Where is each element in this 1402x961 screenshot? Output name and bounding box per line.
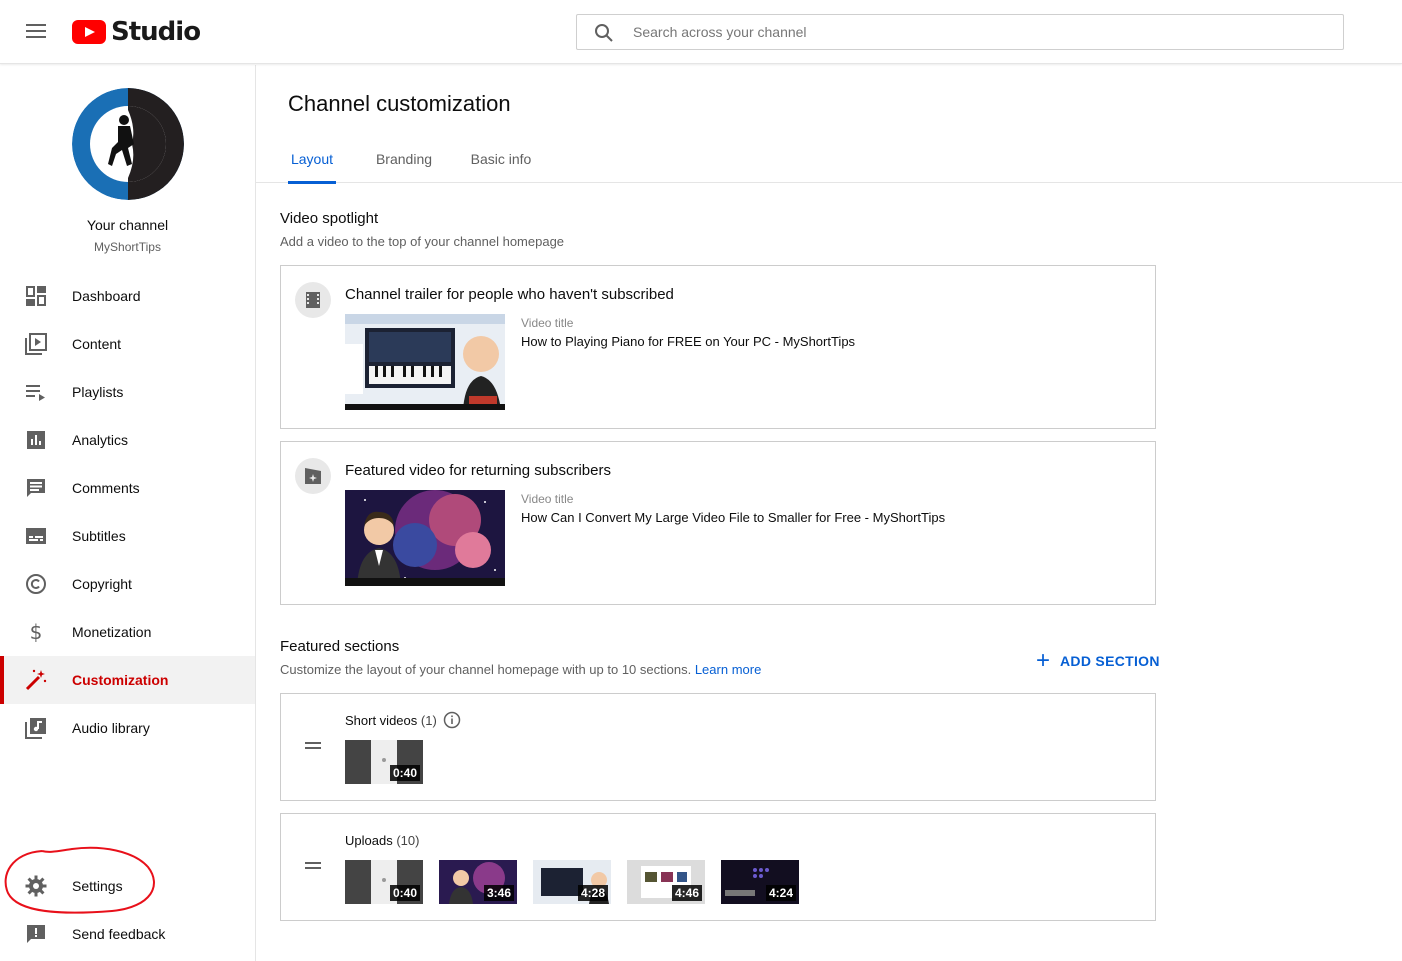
playlists-icon — [26, 385, 45, 401]
section-name: Uploads — [345, 833, 393, 848]
drag-handle-icon[interactable] — [305, 742, 321, 750]
copyright-icon — [26, 574, 46, 594]
add-section-label: ADD SECTION — [1060, 653, 1160, 669]
video-thumbnail[interactable]: 0:40 — [345, 740, 423, 784]
sidebar-item-label: Comments — [72, 480, 140, 496]
channel-avatar[interactable] — [72, 88, 184, 200]
learn-more-link[interactable]: Learn more — [695, 662, 761, 677]
sidebar-item-label: Playlists — [72, 384, 124, 400]
add-section-button[interactable]: + ADD SECTION — [1036, 649, 1160, 673]
search-input[interactable] — [633, 15, 1313, 49]
channel-handle: MyShortTips — [94, 240, 161, 254]
sidebar-item-copyright[interactable]: Copyright — [0, 560, 255, 608]
page-title: Channel customization — [288, 91, 511, 116]
trailer-icon-wrap — [295, 282, 331, 318]
featured-sections-subtitle-text: Customize the layout of your channel hom… — [280, 662, 692, 677]
menu-icon[interactable] — [24, 20, 48, 44]
video-thumbnail[interactable]: 4:24 — [721, 860, 799, 904]
sidebar-item-comments[interactable]: Comments — [0, 464, 255, 512]
search-icon — [595, 24, 613, 42]
trailer-video-title: How to Playing Piano for FREE on Your PC… — [521, 334, 856, 349]
duration-badge: 0:40 — [389, 765, 420, 781]
trailer-title: Channel trailer for people who haven't s… — [345, 286, 674, 303]
sidebar-item-monetization[interactable]: $ Monetization — [0, 608, 255, 656]
sidebar-item-label: Analytics — [72, 432, 129, 448]
short-videos-title: Short videos (1) — [345, 713, 437, 728]
content-icon — [25, 333, 47, 355]
tab-bar: Layout Branding Basic info — [256, 137, 1402, 184]
analytics-icon — [27, 431, 45, 449]
video-thumbnail[interactable]: 3:46 — [439, 860, 517, 904]
featured-sections-subtitle: Customize the layout of your channel hom… — [280, 662, 761, 677]
video-thumbnail[interactable]: 0:40 — [345, 860, 423, 904]
section-name: Short videos — [345, 713, 418, 728]
main-content: Channel customization Layout Branding Ba… — [256, 65, 1402, 961]
sidebar-item-send-feedback[interactable]: Send feedback — [0, 910, 255, 958]
video-spotlight-title: Video spotlight — [280, 210, 379, 227]
featured-video-title: How Can I Convert My Large Video File to… — [521, 510, 946, 525]
sidebar: Your channel MyShortTips Dashboard Conte… — [0, 65, 256, 961]
featured-icon-wrap — [295, 458, 331, 494]
tab-branding[interactable]: Branding — [372, 137, 436, 183]
film-icon — [306, 292, 320, 308]
movie-sparkle-icon — [305, 468, 321, 484]
dashboard-icon — [26, 286, 46, 306]
magic-wand-icon — [25, 669, 47, 691]
channel-title: Your channel — [86, 217, 169, 233]
trailer-thumbnail[interactable] — [345, 314, 505, 410]
section-count: (1) — [420, 713, 437, 728]
sidebar-item-customization[interactable]: Customization — [0, 656, 255, 704]
uploads-title: Uploads (10) — [345, 833, 419, 848]
duration-badge: 4:46 — [671, 885, 702, 901]
studio-logo[interactable]: Studio — [72, 17, 201, 47]
sidebar-item-label: Copyright — [72, 576, 132, 592]
drag-handle-icon[interactable] — [305, 862, 321, 870]
info-icon[interactable] — [443, 711, 461, 729]
uploads-section[interactable]: Uploads (10) 0:40 3:46 4:28 4:46 4:24 — [280, 813, 1156, 921]
comments-icon — [27, 479, 45, 497]
sidebar-item-subtitles[interactable]: Subtitles — [0, 512, 255, 560]
sidebar-item-label: Customization — [72, 672, 169, 688]
youtube-play-icon — [72, 20, 106, 44]
plus-icon: + — [1036, 647, 1051, 674]
sidebar-item-label: Audio library — [72, 720, 150, 736]
tab-basic-info[interactable]: Basic info — [468, 137, 534, 183]
feedback-icon — [27, 925, 45, 943]
svg-text:$: $ — [30, 620, 43, 644]
duration-badge: 4:24 — [765, 885, 796, 901]
featured-thumbnail[interactable] — [345, 490, 505, 586]
duration-badge: 0:40 — [389, 885, 420, 901]
featured-sections-title: Featured sections — [280, 638, 400, 655]
sidebar-item-label: Subtitles — [72, 528, 126, 544]
top-bar: Studio — [0, 0, 1402, 64]
featured-video-title-label: Video title — [521, 492, 574, 506]
section-count: (10) — [396, 833, 420, 848]
red-circle-annotation — [4, 846, 155, 914]
sidebar-item-label: Dashboard — [72, 288, 141, 304]
sidebar-item-analytics[interactable]: Analytics — [0, 416, 255, 464]
duration-badge: 3:46 — [483, 885, 514, 901]
search-box[interactable] — [576, 14, 1344, 50]
dollar-icon: $ — [30, 620, 43, 644]
video-spotlight-subtitle: Add a video to the top of your channel h… — [280, 234, 565, 249]
sidebar-item-playlists[interactable]: Playlists — [0, 368, 255, 416]
sidebar-item-label: Monetization — [72, 624, 152, 640]
sidebar-item-dashboard[interactable]: Dashboard — [0, 272, 255, 320]
audio-library-icon — [25, 718, 46, 739]
video-thumbnail[interactable]: 4:28 — [533, 860, 611, 904]
trailer-video-title-label: Video title — [521, 316, 574, 330]
subtitles-icon — [26, 528, 46, 544]
sidebar-item-label: Send feedback — [72, 926, 166, 942]
short-videos-section[interactable]: Short videos (1) 0:40 — [280, 693, 1156, 801]
channel-trailer-card[interactable]: Channel trailer for people who haven't s… — [280, 265, 1156, 429]
featured-video-card[interactable]: Featured video for returning subscribers… — [280, 441, 1156, 605]
logo-text: Studio — [111, 17, 201, 47]
tab-layout[interactable]: Layout — [288, 137, 336, 184]
sidebar-item-content[interactable]: Content — [0, 320, 255, 368]
featured-title: Featured video for returning subscribers — [345, 462, 611, 479]
video-thumbnail[interactable]: 4:46 — [627, 860, 705, 904]
sidebar-item-audio-library[interactable]: Audio library — [0, 704, 255, 752]
sidebar-item-label: Content — [72, 336, 122, 352]
duration-badge: 4:28 — [577, 885, 608, 901]
